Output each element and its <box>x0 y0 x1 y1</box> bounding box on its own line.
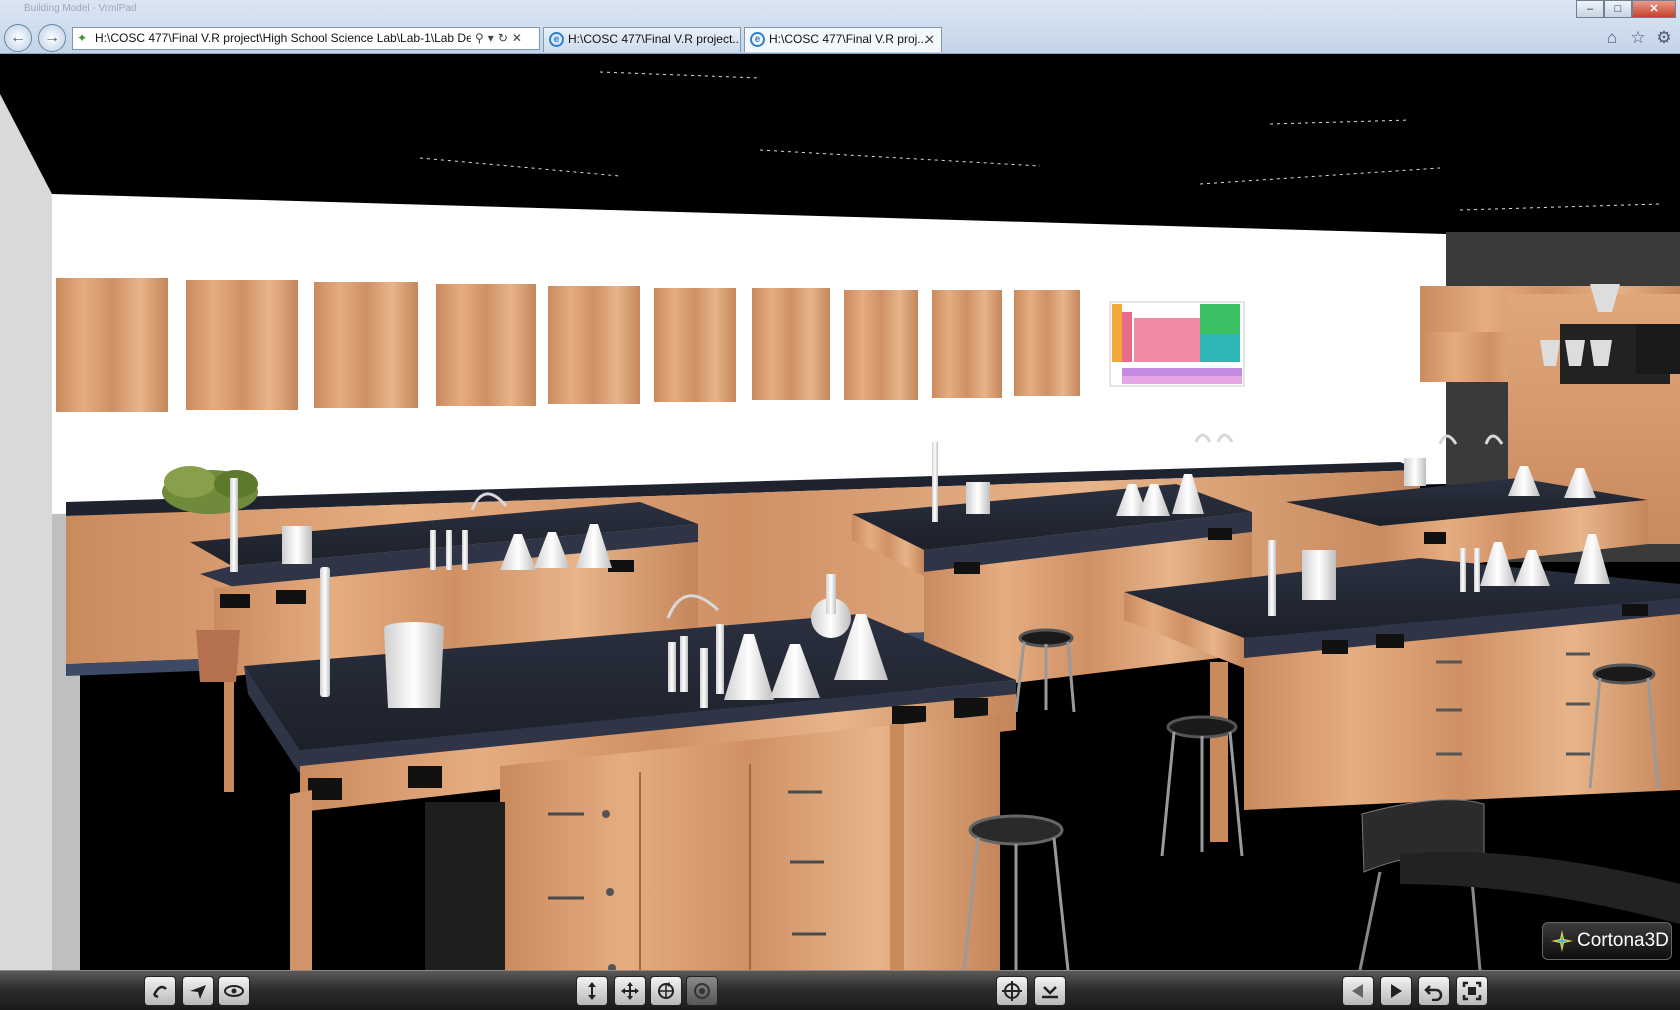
home-icon[interactable]: ⌂ <box>1601 27 1623 49</box>
walk-icon <box>152 985 167 999</box>
browser-chrome: Building Model - VrmlPad – □ ✕ ← → ✦ H:\… <box>0 0 1680 54</box>
restore-viewpoint-button[interactable] <box>1418 976 1450 1006</box>
search-icon[interactable]: ⚲ <box>475 28 484 49</box>
vertical-arrows-icon <box>588 982 596 1000</box>
stop-icon[interactable]: ✕ <box>512 28 522 49</box>
goto-mode-button[interactable] <box>996 976 1028 1006</box>
fit-icon <box>1462 981 1482 1001</box>
triangle-left-icon <box>1352 984 1363 998</box>
fly-mode-button[interactable] <box>182 976 214 1006</box>
refresh-icon[interactable]: ↻ <box>498 28 508 49</box>
plane-icon <box>190 985 206 999</box>
move-icon <box>621 982 639 1000</box>
maximize-button[interactable]: □ <box>1604 0 1632 18</box>
forward-arrow-icon: → <box>44 29 60 46</box>
triangle-right-icon <box>1391 984 1402 998</box>
roll-mode-button[interactable] <box>686 976 718 1006</box>
target-icon <box>1002 981 1022 1001</box>
rotate-icon <box>658 982 674 999</box>
cortona-star-icon <box>1551 930 1573 952</box>
favorites-star-icon[interactable]: ☆ <box>1627 27 1649 49</box>
ie-icon: e <box>549 32 564 47</box>
next-viewpoint-button[interactable] <box>1380 976 1412 1006</box>
address-text: H:\COSC 477\Final V.R project\High Schoo… <box>95 31 473 45</box>
address-bar[interactable]: ✦ H:\COSC 477\Final V.R project\High Sch… <box>72 27 540 50</box>
window-title: Building Model - VrmlPad <box>24 3 137 14</box>
roll-icon <box>694 983 710 999</box>
tab-2[interactable]: e H:\COSC 477\Final V.R proj... ✕ <box>744 27 942 52</box>
minimize-button[interactable]: – <box>1576 0 1604 18</box>
eye-icon <box>224 985 244 997</box>
back-button[interactable]: ← <box>4 24 32 52</box>
title-bar: Building Model - VrmlPad – □ ✕ <box>0 0 1680 18</box>
walk-mode-button[interactable] <box>144 976 176 1006</box>
dropdown-arrow-icon[interactable]: ▾ <box>488 28 494 49</box>
align-mode-button[interactable] <box>1034 976 1066 1006</box>
potted-plant <box>162 466 258 514</box>
forward-button[interactable]: → <box>38 24 66 52</box>
close-button[interactable]: ✕ <box>1632 0 1676 18</box>
cortona-toolbar <box>0 970 1680 1010</box>
trash-can <box>196 630 240 682</box>
window-controls: – □ ✕ <box>1576 0 1676 18</box>
pan-mode-button[interactable] <box>614 976 646 1006</box>
tab-label: H:\COSC 477\Final V.R proj... <box>769 32 928 46</box>
fit-to-window-button[interactable] <box>1456 976 1488 1006</box>
gear-icon[interactable]: ⚙ <box>1653 27 1675 49</box>
vrml-viewport[interactable]: Cortona3D <box>0 54 1680 970</box>
tab-close-icon[interactable]: ✕ <box>924 28 935 51</box>
ie-icon: e <box>750 32 765 47</box>
tab-label: H:\COSC 477\Final V.R project... <box>568 32 741 46</box>
plan-mode-button[interactable] <box>576 976 608 1006</box>
address-tools: ⚲ ▾ ↻ ✕ <box>471 28 539 49</box>
science-lab-scene <box>0 54 1680 970</box>
lab-island-front <box>244 614 1016 970</box>
turn-mode-button[interactable] <box>650 976 682 1006</box>
previous-viewpoint-button[interactable] <box>1342 976 1374 1006</box>
study-mode-button[interactable] <box>218 976 250 1006</box>
periodic-table-poster <box>1109 301 1245 387</box>
logo-text: Cortona3D <box>1577 930 1669 951</box>
cortona3d-logo: Cortona3D <box>1542 922 1672 960</box>
back-arrow-icon: ← <box>10 29 26 46</box>
page-favicon-icon: ✦ <box>77 31 88 45</box>
tab-1[interactable]: e H:\COSC 477\Final V.R project... <box>543 27 741 52</box>
undo-icon <box>1424 985 1443 1001</box>
align-icon <box>1042 986 1058 999</box>
